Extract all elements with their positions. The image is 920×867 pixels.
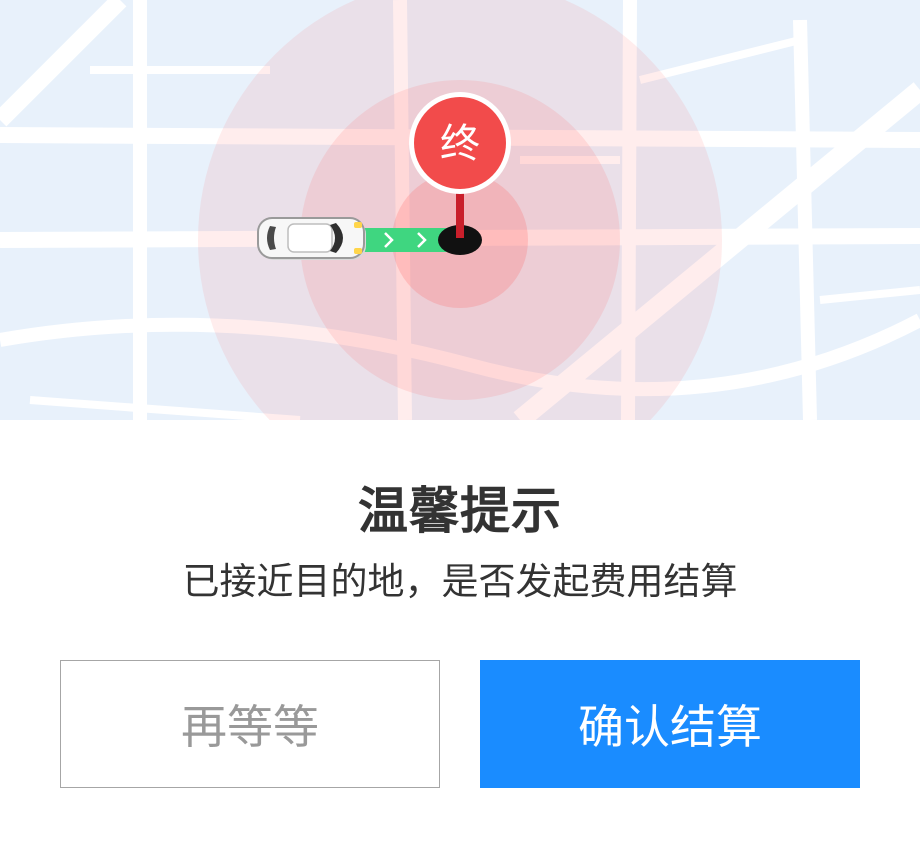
confirm-settlement-button[interactable]: 确认结算	[480, 660, 860, 788]
route-line	[352, 228, 452, 252]
wait-button[interactable]: 再等等	[60, 660, 440, 788]
destination-marker-label: 终	[440, 121, 480, 167]
map-illustration: 终	[0, 0, 920, 420]
dialog-message: 已接近目的地，是否发起费用结算	[182, 560, 738, 603]
car-icon	[257, 217, 366, 260]
map-graphic: 终	[0, 0, 920, 420]
dialog-title: 温馨提示	[358, 482, 562, 540]
